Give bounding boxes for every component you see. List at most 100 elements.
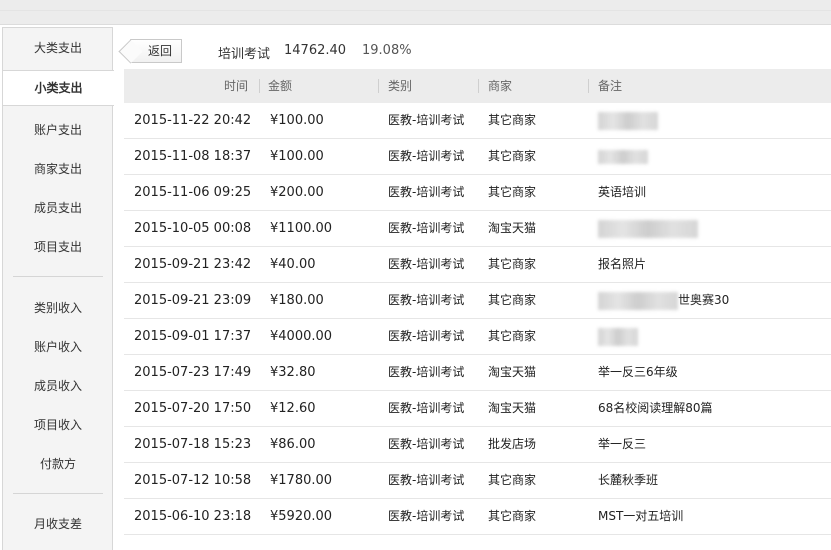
sidebar-item-project-income[interactable]: 项目收入: [3, 407, 113, 443]
sidebar-divider: [13, 493, 103, 494]
column-separator: [478, 79, 479, 93]
row-category: 医教-培训考试: [388, 509, 465, 523]
row-amount: ¥100.00: [270, 113, 324, 128]
sidebar-item-monthly-balance[interactable]: 月收支差: [3, 506, 113, 542]
selected-category-label: 培训考试: [218, 47, 271, 62]
row-time: 2015-07-12 10:58: [134, 473, 252, 488]
sidebar-item-category-expense[interactable]: 大类支出: [3, 30, 113, 66]
row-time: 2015-09-21 23:42: [134, 257, 252, 272]
column-separator: [259, 79, 260, 93]
table-row[interactable]: 2015-09-21 23:42 ¥40.00 医教-培训考试 其它商家 报名照…: [124, 247, 831, 283]
transaction-table: 2015-11-22 20:42 ¥100.00 医教-培训考试 其它商家 20…: [124, 103, 831, 535]
row-amount: ¥1780.00: [270, 473, 333, 488]
main-content: 返回 培训考试 14762.40 19.08% 时间 金额 类别 商家 备注 2…: [118, 27, 831, 550]
sidebar-item-merchant-expense[interactable]: 商家支出: [3, 151, 113, 187]
row-note: 世奥赛30: [598, 283, 729, 318]
redacted-note: [598, 327, 638, 346]
row-merchant: 其它商家: [488, 149, 537, 163]
row-merchant: 其它商家: [488, 293, 537, 307]
sidebar-item-category-income[interactable]: 类别收入: [3, 290, 113, 326]
row-category: 医教-培训考试: [388, 113, 465, 127]
column-header-merchant[interactable]: 商家: [488, 69, 512, 103]
row-time: 2015-07-18 15:23: [134, 437, 252, 452]
row-note: 报名照片: [598, 257, 647, 271]
row-note: [598, 319, 638, 354]
row-amount: ¥100.00: [270, 149, 324, 164]
row-note: 举一反三6年级: [598, 365, 678, 379]
sidebar-item-subcategory-expense[interactable]: 小类支出: [3, 70, 114, 106]
table-row[interactable]: 2015-10-05 00:08 ¥1100.00 医教-培训考试 淘宝天猫: [124, 211, 831, 247]
row-time: 2015-07-23 17:49: [134, 365, 252, 380]
row-category: 医教-培训考试: [388, 401, 465, 415]
row-time: 2015-09-01 17:37: [134, 329, 252, 344]
row-category: 医教-培训考试: [388, 329, 465, 343]
row-note: 举一反三: [598, 437, 647, 451]
row-time: 2015-06-10 23:18: [134, 509, 252, 524]
row-time: 2015-09-21 23:09: [134, 293, 252, 308]
row-amount: ¥4000.00: [270, 329, 333, 344]
row-amount: ¥200.00: [270, 185, 324, 200]
row-amount: ¥40.00: [270, 257, 316, 272]
row-amount: ¥180.00: [270, 293, 324, 308]
row-note: 长麓秋季班: [598, 473, 659, 487]
row-note: [598, 211, 698, 246]
table-row[interactable]: 2015-06-10 23:18 ¥5920.00 医教-培训考试 其它商家 M…: [124, 499, 831, 535]
row-note: [598, 103, 658, 138]
selected-category-amount: 14762.40: [284, 43, 347, 58]
redacted-note: [598, 219, 698, 238]
table-row[interactable]: 2015-11-22 20:42 ¥100.00 医教-培训考试 其它商家: [124, 103, 831, 139]
row-merchant: 其它商家: [488, 329, 537, 343]
sidebar: 大类支出 小类支出 账户支出 商家支出 成员支出 项目支出 类别收入 账户收入 …: [2, 27, 114, 550]
row-category: 医教-培训考试: [388, 473, 465, 487]
table-row[interactable]: 2015-07-12 10:58 ¥1780.00 医教-培训考试 其它商家 长…: [124, 463, 831, 499]
column-header-category[interactable]: 类别: [388, 69, 412, 103]
row-note: 英语培训: [598, 185, 647, 199]
column-header-note[interactable]: 备注: [598, 69, 622, 103]
table-row[interactable]: 2015-07-18 15:23 ¥86.00 医教-培训考试 批发店场 举一反…: [124, 427, 831, 463]
row-time: 2015-10-05 00:08: [134, 221, 252, 236]
row-merchant: 淘宝天猫: [488, 221, 537, 235]
column-header-time[interactable]: 时间: [224, 69, 248, 103]
table-header: 时间 金额 类别 商家 备注: [124, 69, 831, 103]
row-category: 医教-培训考试: [388, 149, 465, 163]
table-row[interactable]: 2015-11-08 18:37 ¥100.00 医教-培训考试 其它商家: [124, 139, 831, 175]
row-note: MST一对五培训: [598, 509, 684, 523]
row-amount: ¥12.60: [270, 401, 316, 416]
sidebar-divider: [13, 276, 103, 277]
selected-category-percent: 19.08%: [362, 43, 412, 58]
top-bar: [0, 0, 831, 25]
row-merchant: 其它商家: [488, 113, 537, 127]
redacted-note: [598, 149, 648, 164]
table-row[interactable]: 2015-09-01 17:37 ¥4000.00 医教-培训考试 其它商家: [124, 319, 831, 355]
row-category: 医教-培训考试: [388, 365, 465, 379]
row-merchant: 淘宝天猫: [488, 401, 537, 415]
row-time: 2015-11-08 18:37: [134, 149, 252, 164]
table-row[interactable]: 2015-07-23 17:49 ¥32.80 医教-培训考试 淘宝天猫 举一反…: [124, 355, 831, 391]
table-row[interactable]: 2015-11-06 09:25 ¥200.00 医教-培训考试 其它商家 英语…: [124, 175, 831, 211]
row-merchant: 批发店场: [488, 437, 537, 451]
table-row[interactable]: 2015-07-20 17:50 ¥12.60 医教-培训考试 淘宝天猫 68名…: [124, 391, 831, 427]
sidebar-item-member-income[interactable]: 成员收入: [3, 368, 113, 404]
sidebar-item-member-expense[interactable]: 成员支出: [3, 190, 113, 226]
back-arrow-icon: [118, 39, 143, 64]
row-category: 医教-培训考试: [388, 293, 465, 307]
row-merchant: 淘宝天猫: [488, 365, 537, 379]
column-separator: [588, 79, 589, 93]
row-note-text: 世奥赛30: [678, 293, 730, 307]
row-merchant: 其它商家: [488, 473, 537, 487]
sidebar-item-project-expense[interactable]: 项目支出: [3, 229, 113, 265]
row-category: 医教-培训考试: [388, 221, 465, 235]
table-row[interactable]: 2015-09-21 23:09 ¥180.00 医教-培训考试 其它商家 世奥…: [124, 283, 831, 319]
back-button-label: 返回: [148, 44, 173, 58]
row-category: 医教-培训考试: [388, 437, 465, 451]
row-note: 68名校阅读理解80篇: [598, 401, 713, 415]
sidebar-item-account-expense[interactable]: 账户支出: [3, 112, 113, 148]
row-note: [598, 139, 648, 174]
sidebar-item-account-income[interactable]: 账户收入: [3, 329, 113, 365]
redacted-note: [598, 291, 678, 310]
column-header-amount[interactable]: 金额: [268, 69, 292, 103]
back-button[interactable]: 返回: [118, 39, 182, 64]
row-amount: ¥1100.00: [270, 221, 333, 236]
sidebar-item-payer[interactable]: 付款方: [3, 446, 113, 482]
row-time: 2015-11-22 20:42: [134, 113, 252, 128]
